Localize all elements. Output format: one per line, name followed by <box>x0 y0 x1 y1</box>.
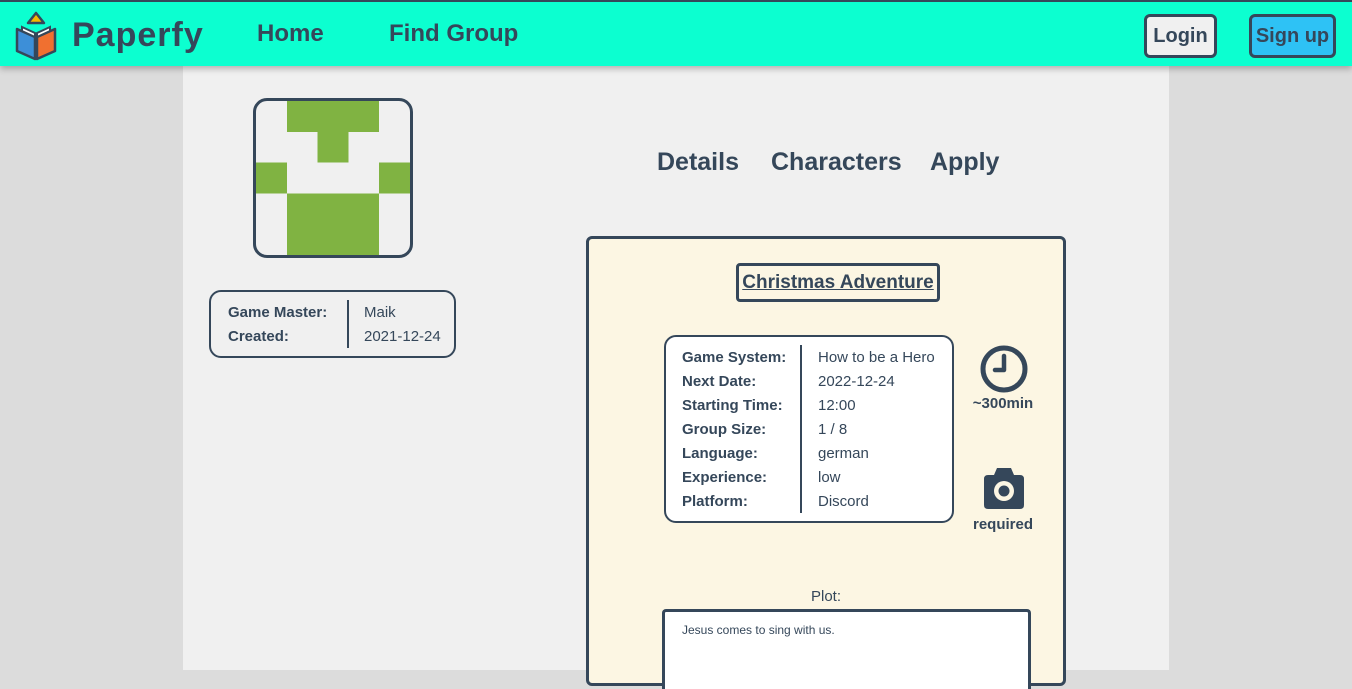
starting-time-label: Starting Time: <box>682 397 783 414</box>
created-value: 2021-12-24 <box>364 328 441 345</box>
game-master-value: Maik <box>364 304 396 321</box>
login-button[interactable]: Login <box>1144 14 1217 58</box>
group-size-value: 1 / 8 <box>818 421 848 438</box>
main-panel: Game Master: Maik Created: 2021-12-24 De… <box>183 66 1169 689</box>
group-title[interactable]: Christmas Adventure <box>736 263 940 302</box>
experience-label: Experience: <box>682 469 768 486</box>
tab-characters[interactable]: Characters <box>771 148 902 177</box>
identicon-avatar <box>253 98 413 258</box>
top-navbar: Paperfy Home Find Group Login Sign up <box>0 0 1352 66</box>
created-label: Created: <box>228 328 289 345</box>
next-date-value: 2022-12-24 <box>818 373 895 390</box>
duration-label: ~300min <box>972 395 1034 412</box>
game-system-value: How to be a Hero <box>818 349 935 366</box>
camera-required-label: required <box>972 516 1033 533</box>
next-date-label: Next Date: <box>682 373 757 390</box>
divider <box>347 300 349 348</box>
divider <box>800 345 802 513</box>
brand-name[interactable]: Paperfy <box>72 16 204 55</box>
group-size-label: Group Size: <box>682 421 767 438</box>
signup-button[interactable]: Sign up <box>1249 14 1336 58</box>
starting-time-value: 12:00 <box>818 397 856 414</box>
game-system-label: Game System: <box>682 349 787 366</box>
plot-text: Jesus comes to sing with us. <box>662 609 1031 689</box>
nav-home-link[interactable]: Home <box>257 20 324 48</box>
plot-label: Plot: <box>810 588 841 605</box>
nav-find-group-link[interactable]: Find Group <box>389 20 518 48</box>
book-logo-icon[interactable] <box>14 11 58 61</box>
group-details-card: Christmas Adventure Game System: How to … <box>586 236 1066 689</box>
game-master-label: Game Master: <box>228 304 328 321</box>
tab-details[interactable]: Details <box>657 148 739 177</box>
language-label: Language: <box>682 445 758 462</box>
platform-label: Platform: <box>682 493 748 510</box>
language-value: german <box>818 445 869 462</box>
camera-icon <box>978 461 1030 513</box>
platform-value: Discord <box>818 493 869 510</box>
game-master-info: Game Master: Maik Created: 2021-12-24 <box>209 290 456 358</box>
clock-icon <box>978 343 1030 395</box>
experience-value: low <box>818 469 841 486</box>
group-info-table: Game System: How to be a Hero Next Date:… <box>664 335 954 523</box>
tab-apply[interactable]: Apply <box>930 148 999 177</box>
